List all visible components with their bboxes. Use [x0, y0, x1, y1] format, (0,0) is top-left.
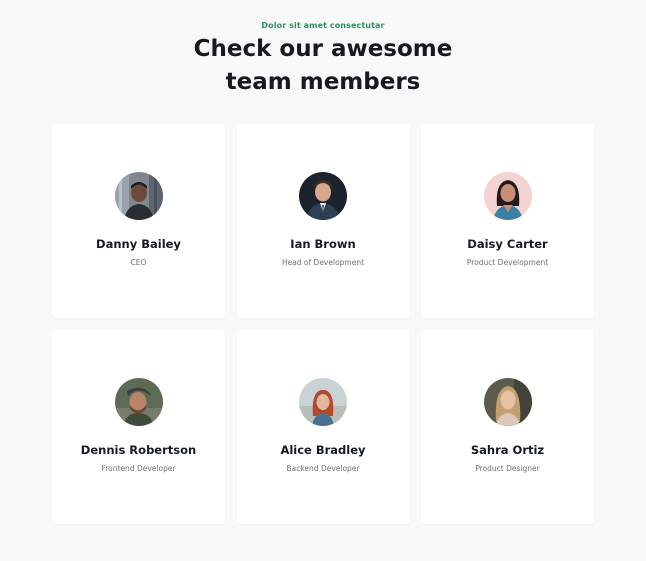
- team-card: Daisy Carter Product Development: [421, 124, 594, 318]
- avatar: [114, 378, 163, 426]
- section-title-line-2: team members: [225, 69, 421, 95]
- avatar: [483, 172, 532, 220]
- member-name: Danny Bailey: [96, 237, 181, 251]
- member-role: Head of Development: [281, 258, 365, 267]
- section-title: Check our awesome team members: [0, 33, 646, 99]
- team-card: Danny Bailey CEO: [52, 124, 225, 318]
- team-card: Alice Bradley Backend Developer: [236, 330, 410, 524]
- team-card: Ian Brown Head of Development: [236, 124, 410, 318]
- avatar: [483, 378, 532, 426]
- team-section: Dolor sit amet consectutar Check our awe…: [0, 0, 646, 561]
- avatar: [299, 378, 347, 426]
- avatar: [114, 172, 163, 220]
- member-name: Dennis Robertson: [80, 443, 197, 457]
- member-name: Sahra Ortiz: [470, 443, 545, 457]
- member-name: Alice Bradley: [280, 443, 366, 457]
- member-role: Product Designer: [475, 464, 540, 473]
- team-card: Dennis Robertson Frontend Developer: [52, 330, 225, 524]
- member-role: Backend Developer: [286, 464, 360, 473]
- avatar: [299, 172, 347, 220]
- team-card: Sahra Ortiz Product Designer: [421, 330, 594, 524]
- team-grid: Danny Bailey CEO Ian Brown Head of Devel…: [52, 124, 594, 524]
- section-eyebrow: Dolor sit amet consectutar: [261, 21, 385, 30]
- member-name: Daisy Carter: [467, 237, 548, 251]
- member-role: CEO: [130, 258, 147, 267]
- section-title-line-1: Check our awesome: [193, 36, 453, 62]
- member-role: Frontend Developer: [101, 464, 176, 473]
- member-name: Ian Brown: [290, 237, 356, 251]
- member-role: Product Development: [466, 258, 549, 267]
